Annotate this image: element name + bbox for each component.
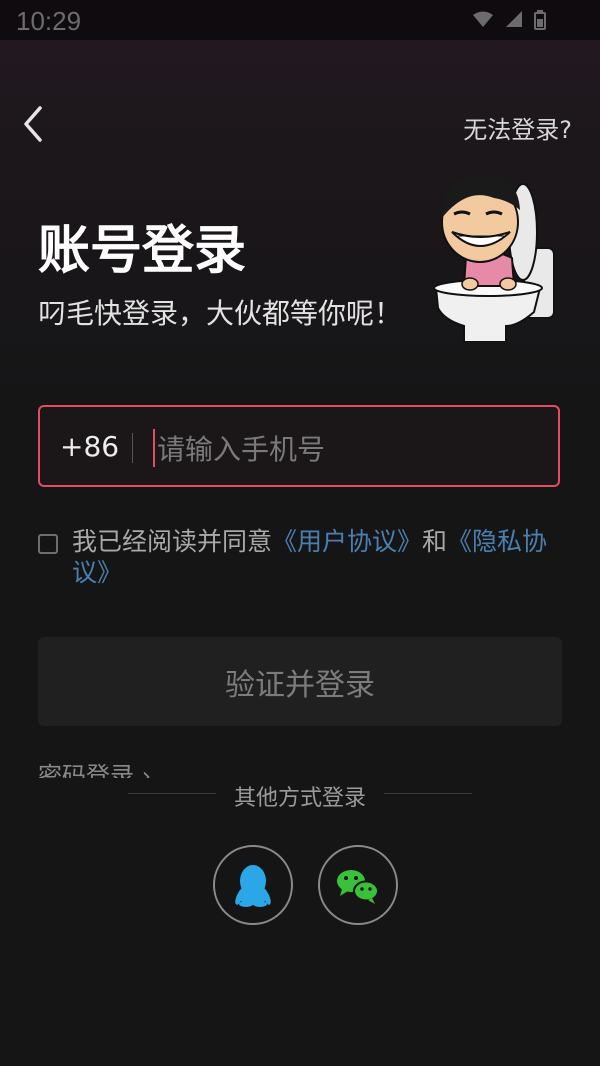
wechat-icon: [337, 870, 379, 904]
wechat-login-button[interactable]: [318, 845, 398, 925]
battery-icon: [534, 10, 546, 30]
back-button[interactable]: [18, 102, 58, 146]
status-time: 10:29: [16, 6, 82, 36]
verify-login-button[interactable]: 验证并登录: [38, 637, 562, 726]
status-bar: 10:29: [0, 0, 600, 40]
divider-line-right: [384, 793, 472, 794]
agreement-checkbox[interactable]: [38, 534, 58, 554]
other-login-label: 其他方式登录: [233, 786, 366, 811]
phone-input-box: +86: [38, 405, 560, 487]
page-title: 账号登录: [38, 221, 247, 281]
back-icon: [24, 106, 42, 142]
qq-icon: [235, 865, 271, 907]
other-login-divider: 其他方式登录: [128, 778, 472, 811]
mascot-toilet-illustration: [433, 174, 555, 343]
phone-number-input[interactable]: [155, 425, 549, 473]
wifi-icon: [473, 11, 493, 27]
user-agreement-link[interactable]: 《用户协议》: [272, 527, 422, 556]
agreement-and: 和: [422, 527, 448, 556]
cant-login-link[interactable]: 无法登录?: [463, 110, 572, 145]
agreement-text: 我已经阅读并同意《用户协议》和《隐私协议》: [72, 526, 572, 588]
page-subtitle: 叼毛快登录，大伙都等你呢！: [38, 297, 403, 330]
input-divider: [132, 433, 133, 463]
signal-icon: [506, 11, 522, 27]
password-login-link[interactable]: 密码登录 ›: [38, 756, 151, 778]
agreement-prefix: 我已经阅读并同意: [72, 527, 273, 556]
country-code-selector[interactable]: +86: [60, 430, 119, 463]
status-icons: [472, 10, 546, 30]
qq-login-button[interactable]: [213, 845, 293, 925]
